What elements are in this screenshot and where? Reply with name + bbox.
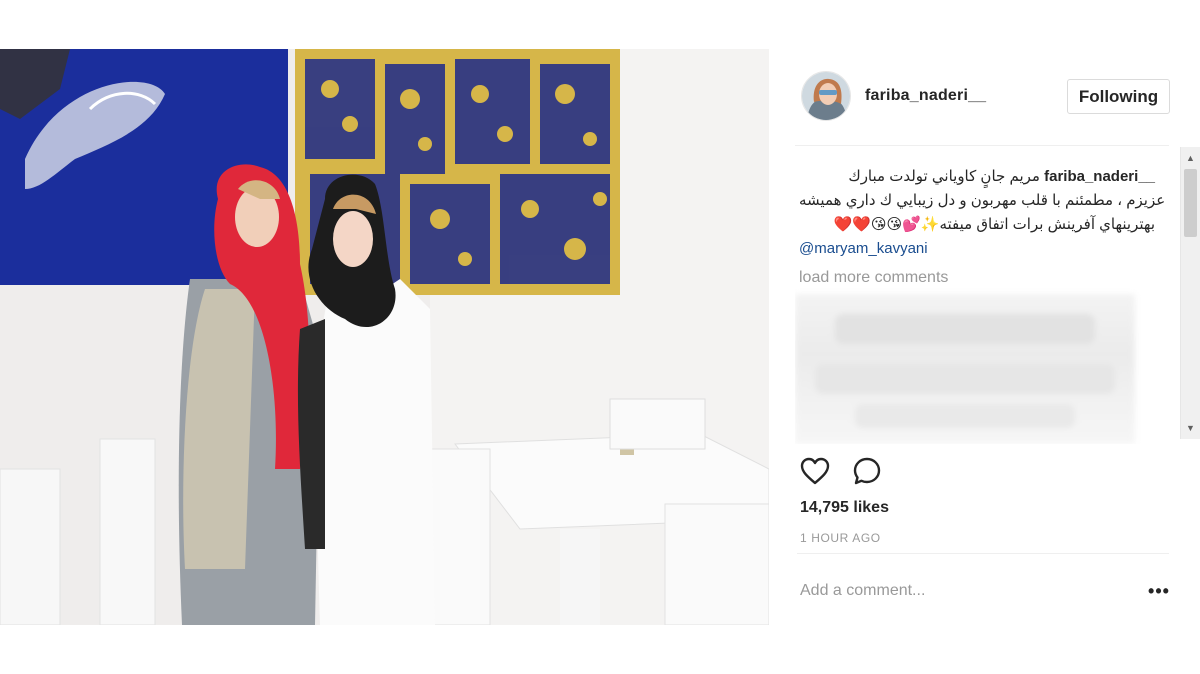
like-button[interactable] [797,453,833,489]
caption-line-3: ❤️❤️😘😘💕✨بهترينهاي آفرينش برات اتفاق ميفت… [799,213,1155,237]
header-username[interactable]: fariba_naderi__ [865,87,986,105]
load-more-comments-link[interactable]: load more comments [799,269,948,287]
blurred-comments [795,294,1135,444]
caption-line-2: عزيزم ، مطمئنم با قلب مهربون و دل زيبايي… [799,192,1166,209]
comment-bubble-icon [853,457,881,485]
emoji-suffix: ❤️❤️😘😘 [833,216,903,233]
likes-count[interactable]: 14,795 likes [800,499,889,517]
post-photo[interactable] [0,49,769,625]
caption-line-1: مريم جانٍ كاوياني تولدت مبارك fariba_nad… [799,165,1155,189]
post-header: fariba_naderi__ Following [769,49,1200,145]
scroll-up-arrow-icon[interactable]: ▲ [1181,149,1200,167]
post-photo-illustration [0,49,769,625]
more-options-icon[interactable]: ••• [1147,580,1171,602]
caption-text-1: مريم جانٍ كاوياني تولدت مبارك [848,168,1040,185]
scroll-thumb[interactable] [1184,169,1197,237]
heart-icon [800,457,830,485]
divider [795,145,1169,146]
add-comment-input[interactable] [800,579,1120,603]
caption: مريم جانٍ كاوياني تولدت مبارك fariba_nad… [799,165,1166,261]
comments-scrollbar[interactable]: ▲ ▼ [1180,147,1200,439]
avatar[interactable] [801,71,851,121]
scroll-down-arrow-icon[interactable]: ▼ [1181,419,1200,437]
post-side-panel: fariba_naderi__ Following مريم جانٍ كاوي… [769,49,1200,625]
post-timestamp[interactable]: 1 HOUR AGO [800,531,881,545]
caption-username[interactable]: fariba_naderi__ [1044,168,1155,185]
avatar-image [802,72,850,120]
divider [797,553,1169,554]
caption-text-3: بهترينهاي آفرينش برات اتفاق ميفته [939,216,1155,233]
post-actions [797,453,885,487]
following-button[interactable]: Following [1067,79,1170,114]
comments-section: مريم جانٍ كاوياني تولدت مبارك fariba_nad… [795,159,1180,444]
comment-button[interactable] [849,453,885,489]
emoji-prefix: 💕✨ [902,216,940,233]
mention-link[interactable]: @maryam_kavyani [799,237,1155,261]
